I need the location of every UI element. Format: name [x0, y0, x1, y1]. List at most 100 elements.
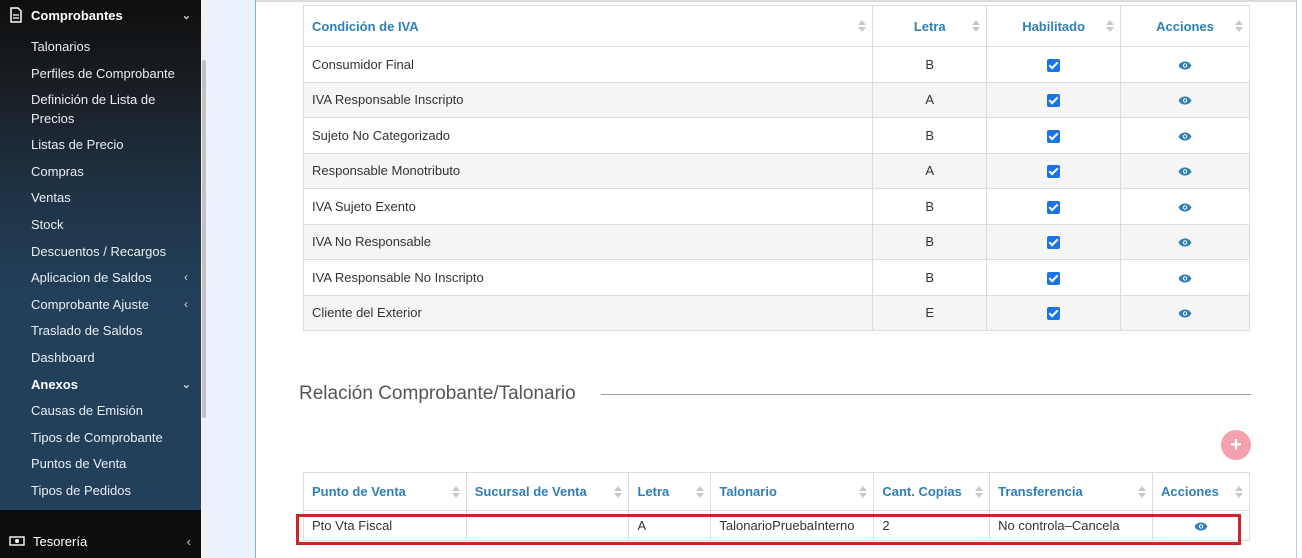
scrollbar-thumb[interactable]: [202, 60, 206, 418]
cell-sucursal-venta: [465, 510, 630, 541]
chevron-left-icon: ‹: [184, 297, 188, 311]
habilitado-checkbox[interactable]: [1047, 94, 1061, 108]
cell-letra: A: [872, 81, 988, 118]
table-row: Pto Vta Fiscal A TalonarioPruebaInterno …: [303, 510, 1250, 541]
column-header-talonario[interactable]: Talonario: [710, 472, 875, 511]
sidebar-item-tipos-pedidos[interactable]: Tipos de Pedidos: [31, 481, 196, 500]
sort-icon: [1235, 19, 1243, 33]
cell-letra: A: [872, 152, 988, 189]
habilitado-checkbox[interactable]: [1047, 58, 1061, 72]
section-title: Relación Comprobante/Talonario: [299, 383, 576, 404]
table-row: IVA Responsable No Inscripto B: [302, 259, 1250, 296]
sidebar-item-aplicacion-saldos[interactable]: Aplicacion de Saldos ‹: [31, 268, 196, 287]
sidebar-item-causas-emision[interactable]: Causas de Emisión: [31, 401, 196, 420]
cell-letra: B: [872, 188, 988, 225]
sort-icon: [451, 485, 460, 499]
sort-icon: [1106, 19, 1115, 33]
money-icon: [9, 535, 25, 547]
sort-icon: [859, 485, 868, 499]
cell-condicion: Responsable Monotributo: [302, 152, 874, 189]
column-header-acciones[interactable]: Acciones: [1120, 5, 1250, 47]
cell-talonario: TalonarioPruebaInterno: [710, 510, 875, 541]
sidebar-item-tipos-comprobante[interactable]: Tipos de Comprobante: [31, 428, 196, 447]
sidebar-item-talonarios[interactable]: Talonarios: [31, 37, 196, 56]
sidebar-section-comprobantes[interactable]: Comprobantes ⌄: [0, 0, 201, 30]
table-row: Cliente del Exterior E: [302, 294, 1250, 331]
cell-letra: E: [872, 294, 988, 331]
chevron-left-icon: ‹: [186, 533, 191, 549]
sidebar-section-anexos[interactable]: Anexos ⌄: [0, 369, 201, 399]
column-header-letra[interactable]: Letra: [872, 5, 988, 47]
sidebar-item-perfiles-comprobante[interactable]: Perfiles de Comprobante: [31, 64, 196, 83]
column-header-acciones[interactable]: Acciones: [1152, 472, 1250, 511]
sidebar: Comprobantes ⌄ Talonarios Perfiles de Co…: [0, 0, 201, 558]
table-row: Sujeto No Categorizado B: [302, 117, 1250, 154]
sort-icon: [858, 19, 867, 33]
cell-punto-venta: Pto Vta Fiscal: [303, 510, 467, 541]
cell-letra: B: [872, 259, 988, 296]
sidebar-section-tesoreria[interactable]: Tesorería ‹: [0, 526, 201, 556]
chevron-down-icon: ⌄: [181, 9, 191, 22]
sidebar-item-definicion-lista-precios[interactable]: Definición de Lista de Precios: [31, 90, 171, 128]
sidebar-item-stock[interactable]: Stock: [31, 215, 196, 234]
habilitado-checkbox[interactable]: [1047, 165, 1061, 179]
sidebar-item-comprobante-ajuste[interactable]: Comprobante Ajuste ‹: [31, 295, 196, 314]
habilitado-checkbox[interactable]: [1047, 129, 1061, 143]
habilitado-checkbox[interactable]: [1047, 236, 1061, 250]
column-header-sucursal-venta[interactable]: Sucursal de Venta: [465, 472, 630, 511]
column-header-letra[interactable]: Letra: [628, 472, 712, 511]
table-row: Responsable Monotributo A: [302, 152, 1250, 189]
cell-condicion: IVA Responsable No Inscripto: [302, 259, 874, 296]
table-row: IVA Sujeto Exento B: [302, 188, 1250, 225]
table-row: IVA Responsable Inscripto A: [302, 81, 1250, 118]
column-header-condicion[interactable]: Condición de IVA: [302, 5, 874, 47]
cell-condicion: Cliente del Exterior: [302, 294, 874, 331]
cell-condicion: IVA Responsable Inscripto: [302, 81, 874, 118]
column-header-punto-venta[interactable]: Punto de Venta: [303, 472, 467, 511]
cell-letra: A: [628, 510, 712, 541]
eye-icon[interactable]: [1178, 203, 1192, 212]
sidebar-item-ventas[interactable]: Ventas: [31, 188, 196, 207]
sidebar-section-label: Tesorería: [33, 533, 88, 549]
sidebar-item-descuentos-recargos[interactable]: Descuentos / Recargos: [31, 242, 196, 261]
habilitado-checkbox[interactable]: [1047, 307, 1061, 321]
cell-letra: B: [872, 223, 988, 260]
sort-icon: [1235, 485, 1243, 499]
cell-letra: B: [872, 117, 988, 154]
eye-icon[interactable]: [1178, 167, 1192, 176]
cell-condicion: IVA No Responsable: [302, 223, 874, 260]
content-border: [1296, 0, 1297, 558]
eye-icon[interactable]: [1178, 238, 1192, 247]
table-row: Consumidor Final B: [302, 46, 1250, 83]
cell-condicion: Consumidor Final: [302, 46, 874, 83]
sidebar-item-dashboard[interactable]: Dashboard: [31, 348, 196, 367]
sidebar-item-traslado-saldos[interactable]: Traslado de Saldos: [31, 321, 196, 340]
sidebar-item-puntos-venta[interactable]: Puntos de Venta: [31, 454, 196, 473]
habilitado-checkbox[interactable]: [1047, 200, 1061, 214]
panel-top-border: [256, 0, 1296, 2]
sidebar-item-compras[interactable]: Compras: [31, 162, 196, 181]
eye-icon[interactable]: [1178, 96, 1192, 105]
sort-icon: [614, 485, 623, 499]
column-header-habilitado[interactable]: Habilitado: [986, 5, 1122, 47]
eye-icon[interactable]: [1178, 132, 1192, 141]
cell-cant-copias: 2: [873, 510, 991, 541]
eye-icon[interactable]: [1178, 309, 1192, 318]
eye-icon[interactable]: [1194, 522, 1208, 531]
sort-icon: [972, 19, 981, 33]
iva-conditions-table: Condición de IVA Letra Habilitado Accion…: [302, 5, 1250, 331]
content-gutter: [207, 0, 256, 558]
chevron-down-icon: ⌄: [181, 378, 191, 391]
habilitado-checkbox[interactable]: [1047, 271, 1061, 285]
add-button[interactable]: +: [1221, 430, 1251, 460]
table-row: IVA No Responsable B: [302, 223, 1250, 260]
column-header-cant-copias[interactable]: Cant. Copias: [873, 472, 991, 511]
sort-icon: [696, 485, 705, 499]
cell-transferencia: No controla–Cancela: [989, 510, 1153, 541]
sort-icon: [975, 485, 984, 499]
eye-icon[interactable]: [1178, 61, 1192, 70]
column-header-transferencia[interactable]: Transferencia: [989, 472, 1153, 511]
sidebar-item-listas-precio[interactable]: Listas de Precio: [31, 135, 196, 154]
document-icon: [9, 7, 23, 23]
eye-icon[interactable]: [1178, 274, 1192, 283]
